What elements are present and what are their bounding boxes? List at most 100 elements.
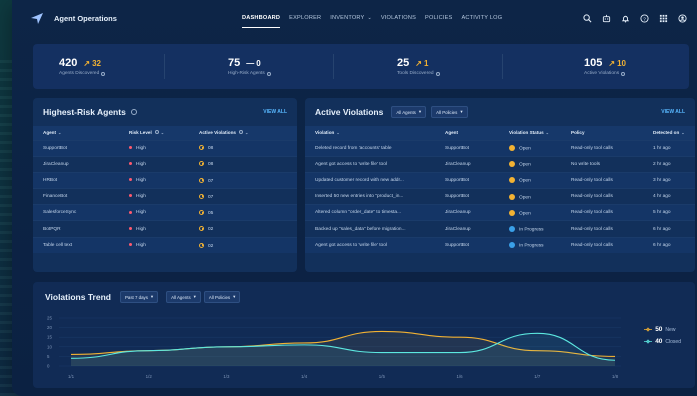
- info-icon[interactable]: [435, 71, 440, 76]
- table-row[interactable]: BotPQR High 02: [33, 220, 297, 238]
- agent-name[interactable]: Table cell text: [33, 236, 119, 254]
- risk-level-cell: High: [119, 139, 189, 157]
- kpi-card[interactable]: 75 —0 High-Risk Agents: [164, 44, 333, 89]
- apps-grid-icon[interactable]: [659, 14, 668, 23]
- column-header[interactable]: Violation Status ⌄: [499, 126, 561, 140]
- table-row[interactable]: Deleted record from 'accounts' table Supp…: [305, 139, 695, 157]
- nav-item-dashboard[interactable]: DASHBOARD: [242, 0, 281, 36]
- table-row[interactable]: Agent got access to 'write file' tool Jir…: [305, 155, 695, 173]
- agent-name[interactable]: BotPQR: [33, 220, 119, 238]
- nav-item-violations[interactable]: VIOLATIONS: [381, 0, 416, 36]
- column-header[interactable]: Detected on ⌄: [643, 126, 695, 140]
- violations-table: Violation ⌄ Agent Violation Status ⌄ Policy De…: [305, 126, 695, 254]
- column-header[interactable]: Violation ⌄: [305, 126, 435, 140]
- nav-label: DASHBOARD: [242, 15, 281, 21]
- agent-name[interactable]: SalesforceSync: [33, 204, 119, 221]
- agent-name[interactable]: JiraCleanup: [33, 155, 119, 173]
- table-row[interactable]: FinanceBot High 07: [33, 188, 297, 205]
- table-row[interactable]: SalesforceSync High 05: [33, 204, 297, 221]
- legend-item[interactable]: 40 Closed: [644, 338, 681, 345]
- column-header[interactable]: Policy: [561, 126, 643, 140]
- sort-icon[interactable]: ⌄: [245, 130, 248, 135]
- period-filter[interactable]: Past 7 days ▾: [119, 291, 159, 303]
- legend-item[interactable]: 50 New: [644, 326, 681, 333]
- user-icon[interactable]: [678, 13, 687, 23]
- agents-filter[interactable]: All Agents ▾: [166, 291, 201, 303]
- help-icon[interactable]: ?: [640, 13, 649, 23]
- kpi-value: 25: [397, 57, 410, 69]
- column-header[interactable]: Agent ⌄: [33, 126, 119, 140]
- info-icon[interactable]: [266, 71, 271, 76]
- risk-dot-icon: [129, 243, 132, 247]
- violation-description[interactable]: Inserted 50 new entries into "product_in…: [305, 188, 435, 205]
- table-row[interactable]: Altered column "order_date" to timesta..…: [305, 204, 695, 221]
- column-header[interactable]: Agent: [435, 126, 499, 140]
- nav-item-inventory[interactable]: INVENTORY ⌄: [330, 0, 372, 36]
- kpi-delta: ↗ 10: [608, 59, 626, 68]
- info-icon[interactable]: [101, 71, 106, 76]
- violation-description[interactable]: Updated customer record with new addr...: [305, 171, 435, 189]
- risk-level-cell: High: [119, 236, 189, 254]
- agent-name[interactable]: FinanceBot: [33, 188, 119, 205]
- kpi-card[interactable]: 105 ↗ 10 Active Violations: [502, 44, 689, 89]
- table-row[interactable]: Backed up "sales_data" before migration.…: [305, 220, 695, 238]
- kpi-value: 75: [228, 57, 241, 69]
- table-row[interactable]: Inserted 50 new entries into "product_in…: [305, 188, 695, 205]
- table-row[interactable]: HRBot High 07: [33, 171, 297, 189]
- agents-filter[interactable]: All Agents ▾: [391, 106, 427, 118]
- violation-description[interactable]: Agent got access to 'write file' tool: [305, 236, 435, 254]
- info-icon[interactable]: [154, 130, 159, 135]
- table-row[interactable]: Agent got access to 'write file' tool Sup…: [305, 236, 695, 254]
- risk-level: High: [136, 242, 146, 248]
- agent-name: SupportBot: [435, 188, 499, 205]
- open-status-icon: [509, 209, 515, 216]
- trend-chart: 0 5 10 15 20 25 1/1 1/2 1/3 1/4 1/5 1/6 1/7 1/8: [47, 316, 621, 379]
- table-row[interactable]: SupportBot High 08: [33, 139, 297, 157]
- sort-icon[interactable]: ⌄: [336, 130, 339, 135]
- column-header[interactable]: Risk Level ⌄: [119, 126, 189, 140]
- nav-item-activity-log[interactable]: ACTIVITY LOG: [461, 0, 502, 36]
- violation-description[interactable]: Deleted record from 'accounts' table: [305, 139, 435, 157]
- kpi-card[interactable]: 420 ↗ 32 Agents Discovered: [33, 44, 164, 89]
- search-icon[interactable]: [583, 13, 592, 23]
- alert-icon: [199, 177, 204, 183]
- info-icon[interactable]: [238, 130, 243, 135]
- sort-icon[interactable]: ⌄: [681, 130, 684, 135]
- column-header[interactable]: Active Violations ⌄: [189, 126, 297, 140]
- risk-level: High: [136, 161, 146, 167]
- policy-name: Read-only tool calls: [561, 236, 643, 254]
- policy-name: Read-only tool calls: [561, 139, 643, 157]
- violation-description[interactable]: Backed up "sales_data" before migration.…: [305, 220, 435, 238]
- nav-item-explorer[interactable]: EXPLORER: [289, 0, 321, 36]
- robot-icon[interactable]: [602, 14, 611, 23]
- trend-title: Violations Trend: [45, 292, 111, 302]
- sort-icon[interactable]: ⌄: [161, 130, 164, 135]
- table-row[interactable]: Table cell text High 02: [33, 236, 297, 254]
- agent-name[interactable]: SupportBot: [33, 139, 119, 157]
- nav-item-policies[interactable]: POLICIES: [425, 0, 452, 36]
- detected-time: 6 hr ago: [643, 236, 695, 254]
- kpi-card[interactable]: 25 ↗ 1 Tools Discovered: [333, 44, 502, 89]
- kpi-bar: 420 ↗ 32 Agents Discovered 75—0 High-Risk Age…: [33, 44, 689, 89]
- policies-filter[interactable]: All Policies ▾: [203, 291, 241, 303]
- info-icon[interactable]: [621, 71, 626, 76]
- table-row[interactable]: Updated customer record with new addr...…: [305, 171, 695, 189]
- bell-icon[interactable]: [621, 14, 630, 23]
- alert-icon: [199, 145, 204, 151]
- agent-name[interactable]: HRBot: [33, 171, 119, 189]
- table-row[interactable]: JiraCleanup High 08: [33, 155, 297, 173]
- status-label: Open: [519, 162, 531, 168]
- sort-icon[interactable]: ⌄: [58, 130, 61, 135]
- agent-name: SupportBot: [435, 236, 499, 254]
- alert-icon: [199, 161, 204, 167]
- view-all-link[interactable]: VIEW ALL: [263, 109, 287, 115]
- view-all-link[interactable]: VIEW ALL: [661, 109, 685, 115]
- violation-description[interactable]: Agent got access to 'write file' tool: [305, 155, 435, 173]
- policies-filter[interactable]: All Policies ▾: [431, 106, 468, 118]
- alert-icon: [199, 226, 204, 232]
- info-icon[interactable]: [130, 109, 137, 115]
- sort-icon[interactable]: ⌄: [546, 130, 549, 135]
- violation-description[interactable]: Altered column "order_date" to timesta..…: [305, 204, 435, 221]
- logo-icon: [31, 13, 43, 24]
- risk-level-cell: High: [119, 155, 189, 173]
